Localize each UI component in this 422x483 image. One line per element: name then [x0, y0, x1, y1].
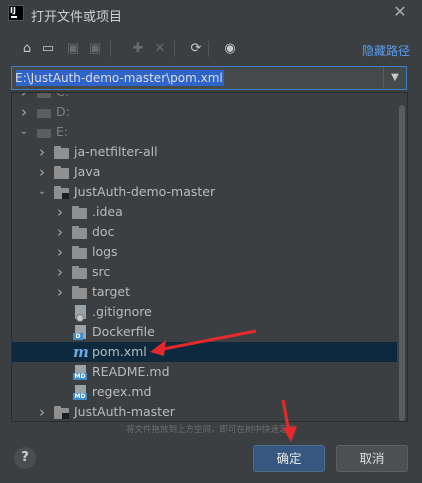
- project-folder-icon: [54, 405, 70, 419]
- tree-row-label: pom.xml: [92, 344, 147, 359]
- tree-row-label: README.md: [92, 364, 170, 379]
- tree-row-label: .gitignore: [92, 304, 152, 319]
- drag-drop-hint: 将文件拖放到上方空间，即可在树中快速定位: [125, 425, 296, 435]
- chevron-right-icon[interactable]: ›: [36, 144, 48, 160]
- drive-icon: [36, 125, 52, 139]
- tree-row[interactable]: › .idea: [12, 202, 397, 222]
- chevron-down-icon[interactable]: ⌄: [18, 124, 30, 140]
- chevron-right-icon[interactable]: ›: [18, 93, 30, 100]
- toolbar-separator: [110, 41, 111, 57]
- project-folder-icon[interactable]: ▣: [64, 40, 82, 58]
- tree-row-label: JustAuth-master: [74, 404, 175, 419]
- desktop-icon[interactable]: ▭: [39, 40, 57, 58]
- file-tree[interactable]: › C: › D: ⌄ E: › ja-netfilter-all › Java ⌄ JustAuth…: [11, 92, 408, 422]
- project-folder-icon: [54, 185, 70, 199]
- tree-row[interactable]: D Dockerfile: [12, 322, 397, 342]
- tree-row-label: logs: [92, 244, 118, 259]
- chevron-down-icon[interactable]: ⌄: [36, 184, 48, 200]
- ok-button[interactable]: 确定: [253, 445, 325, 472]
- tree-row[interactable]: › JustAuth-master: [12, 402, 397, 421]
- help-button[interactable]: ?: [14, 447, 36, 469]
- chevron-right-icon[interactable]: ›: [54, 284, 66, 300]
- folder-icon: [72, 205, 88, 219]
- chevron-right-icon[interactable]: ›: [54, 204, 66, 220]
- title-bar: IJ 打开文件或项目 ✕: [0, 0, 422, 30]
- chevron-right-icon[interactable]: ›: [54, 244, 66, 260]
- close-icon[interactable]: ✕: [391, 3, 409, 21]
- tree-row-label: Java: [74, 164, 101, 179]
- tree-row[interactable]: .gitignore: [12, 302, 397, 322]
- tree-row-label: ja-netfilter-all: [74, 144, 158, 159]
- tree-row-label: E:: [56, 124, 69, 139]
- gitignore-file-icon: [72, 305, 88, 322]
- show-hidden-icon[interactable]: ◉: [221, 40, 239, 58]
- drive-icon: [36, 93, 52, 99]
- dialog-title: 打开文件或项目: [31, 10, 123, 25]
- tree-row[interactable]: › doc: [12, 222, 397, 242]
- tree-row-label: JustAuth-demo-master: [74, 184, 216, 199]
- tree-row-label: D:: [56, 104, 70, 119]
- chevron-right-icon[interactable]: ›: [18, 104, 30, 120]
- folder-icon: [72, 245, 88, 259]
- path-input[interactable]: [15, 69, 375, 87]
- tree-row-label: .idea: [92, 204, 123, 219]
- tree-row[interactable]: › Java: [12, 162, 397, 182]
- tree-row-label: regex.md: [92, 384, 152, 399]
- tree-row[interactable]: m pom.xml: [12, 342, 397, 362]
- tree-row[interactable]: › target: [12, 282, 397, 302]
- tree-row[interactable]: › logs: [12, 242, 397, 262]
- chevron-right-icon[interactable]: ›: [54, 264, 66, 280]
- chevron-down-icon[interactable]: ▼: [383, 67, 406, 89]
- chevron-right-icon[interactable]: ›: [36, 164, 48, 180]
- tree-row[interactable]: ⌄ JustAuth-demo-master: [12, 182, 397, 202]
- hide-path-link[interactable]: 隐藏路径: [362, 42, 410, 59]
- folder-icon: [54, 145, 70, 159]
- chevron-right-icon[interactable]: ›: [36, 404, 48, 420]
- folder-icon: [72, 285, 88, 299]
- module-folder-icon[interactable]: ▣: [86, 40, 104, 58]
- cancel-button[interactable]: 取消: [336, 445, 408, 472]
- new-folder-icon[interactable]: ✚: [129, 40, 147, 58]
- refresh-icon[interactable]: ⟳: [187, 40, 205, 58]
- folder-icon: [54, 165, 70, 179]
- path-combobox[interactable]: ▼: [11, 66, 407, 90]
- home-icon[interactable]: ⌂: [18, 40, 36, 58]
- tree-row[interactable]: MD README.md: [12, 362, 397, 382]
- tree-row[interactable]: ⌄ E:: [12, 122, 397, 142]
- tree-row[interactable]: › src: [12, 262, 397, 282]
- docker-file-icon: D: [72, 325, 88, 340]
- intellij-logo-icon: IJ: [8, 5, 24, 21]
- toolbar-separator: [208, 41, 209, 57]
- tree-row-label: target: [92, 284, 131, 299]
- tree-row[interactable]: › D:: [12, 102, 397, 122]
- toolbar-separator: [174, 41, 175, 57]
- maven-icon: m: [73, 343, 89, 361]
- tree-row-label: doc: [92, 224, 115, 239]
- tree-row[interactable]: › C:: [12, 93, 397, 102]
- drive-icon: [36, 105, 52, 119]
- delete-icon[interactable]: ✕: [151, 40, 169, 58]
- tree-row[interactable]: MD regex.md: [12, 382, 397, 402]
- folder-icon: [72, 265, 88, 279]
- folder-icon: [72, 225, 88, 239]
- tree-row-label: Dockerfile: [92, 324, 155, 339]
- markdown-file-icon: MD: [72, 385, 88, 400]
- markdown-file-icon: MD: [72, 365, 88, 380]
- tree-row-label: src: [92, 264, 111, 279]
- tree-scrollbar[interactable]: [399, 105, 405, 421]
- tree-row[interactable]: › ja-netfilter-all: [12, 142, 397, 162]
- chevron-right-icon[interactable]: ›: [54, 224, 66, 240]
- tree-row-label: C:: [56, 93, 69, 99]
